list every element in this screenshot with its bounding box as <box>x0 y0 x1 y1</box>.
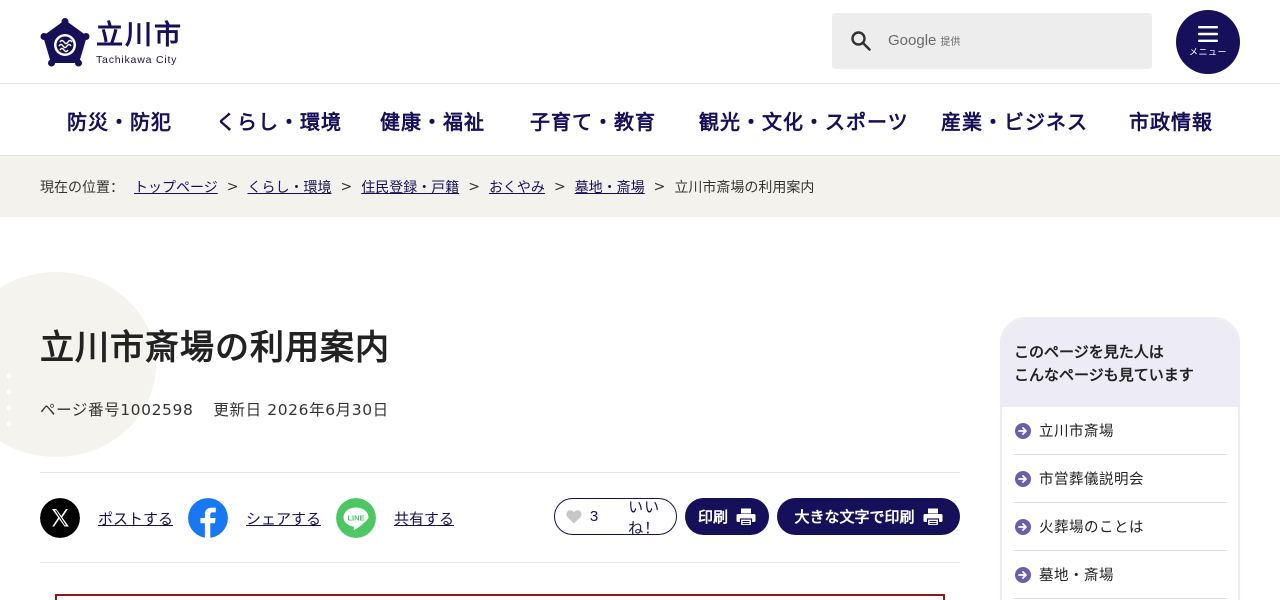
share-line-link[interactable]: 共有する <box>394 508 454 529</box>
breadcrumb-link-condolence[interactable]: おくやみ <box>489 177 545 197</box>
nav-item-disaster-prevention[interactable]: 防災・防犯 <box>67 106 172 135</box>
breadcrumb-link-top[interactable]: トップページ <box>134 177 218 197</box>
related-heading-line2: こんなページも見ています <box>1014 366 1194 384</box>
printer-icon <box>736 508 756 526</box>
menu-button[interactable]: メニュー <box>1176 10 1240 74</box>
list-item: 市営葬儀説明会 <box>1013 455 1227 503</box>
site-logo-link[interactable]: 立川市 Tachikawa City <box>40 18 183 68</box>
breadcrumb-link-living[interactable]: くらし・環境 <box>247 177 331 197</box>
related-link-crematorium[interactable]: 立川市斎場 <box>1039 420 1114 441</box>
print-button[interactable]: 印刷 <box>685 498 769 535</box>
divider <box>40 562 960 563</box>
list-item: 墓地・斎場 <box>1013 551 1227 599</box>
menu-label: メニュー <box>1188 47 1227 57</box>
breadcrumb-separator: > <box>226 178 239 195</box>
related-pages-list: 立川市斎場 市営葬儀説明会 火葬場のことは 墓地・斎場 <box>1002 407 1238 599</box>
city-emblem-icon <box>40 18 90 67</box>
hamburger-icon <box>1198 26 1218 42</box>
breadcrumb-separator: > <box>553 178 566 195</box>
print-large-text-button[interactable]: 大きな文字で印刷 <box>777 498 960 535</box>
share-facebook-link[interactable]: シェアする <box>246 508 321 529</box>
breadcrumb: 現在の位置： トップページ > くらし・環境 > 住民登録・戸籍 > おくやみ … <box>0 156 1280 217</box>
related-link-funeral-briefing[interactable]: 市営葬儀説明会 <box>1039 468 1144 489</box>
breadcrumb-separator: > <box>468 178 480 195</box>
like-label: いいね！ <box>628 498 661 537</box>
updated-date: 更新日 2026年6月30日 <box>213 401 389 419</box>
list-item: 立川市斎場 <box>1013 407 1227 455</box>
nav-item-health-welfare[interactable]: 健康・福祉 <box>380 106 485 135</box>
site-header: 立川市 Tachikawa City Google 提供 メニュー <box>0 0 1280 84</box>
nav-item-living-environment[interactable]: くらし・環境 <box>216 106 342 135</box>
post-x-link[interactable]: ポストする <box>98 508 173 529</box>
related-link-cemetery[interactable]: 墓地・斎場 <box>1039 564 1114 585</box>
global-nav: 防災・防犯 くらし・環境 健康・福祉 子育て・教育 観光・文化・スポーツ 産業・… <box>0 84 1280 156</box>
search-icon[interactable] <box>850 30 872 52</box>
facebook-logo-icon[interactable] <box>188 498 228 538</box>
print-large-label: 大きな文字で印刷 <box>794 509 915 526</box>
x-logo-icon[interactable] <box>40 498 80 538</box>
page-title: 立川市斎場の利用案内 <box>40 328 390 368</box>
arrow-right-circle-icon <box>1015 566 1031 583</box>
line-icon-text: LINE <box>347 514 364 523</box>
breadcrumb-link-registration[interactable]: 住民登録・戸籍 <box>361 177 459 197</box>
breadcrumb-link-cemetery[interactable]: 墓地・斎場 <box>575 177 645 197</box>
site-search: Google 提供 <box>832 13 1152 69</box>
nav-item-city-administration[interactable]: 市政情報 <box>1129 106 1213 135</box>
logo-text: 立川市 Tachikawa City <box>96 19 183 66</box>
like-button[interactable]: 3 いいね！ <box>554 498 677 537</box>
related-pages-card: このページを見た人は こんなページも見ています 立川市斎場 市営葬儀説明会 火葬… <box>1000 317 1240 600</box>
decorative-dots <box>6 373 12 427</box>
share-x: ポストする <box>40 498 173 538</box>
nav-item-tourism-culture-sports[interactable]: 観光・文化・スポーツ <box>699 106 909 135</box>
related-link-crematory-info[interactable]: 火葬場のことは <box>1039 516 1144 537</box>
arrow-right-circle-icon <box>1015 422 1031 439</box>
search-input[interactable] <box>888 26 1138 56</box>
share-facebook: シェアする <box>188 498 321 538</box>
share-line: LINE 共有する <box>336 498 454 538</box>
nav-item-industry-business[interactable]: 産業・ビジネス <box>941 106 1088 135</box>
breadcrumb-separator: > <box>653 178 666 195</box>
breadcrumb-current: 立川市斎場の利用案内 <box>674 179 815 196</box>
breadcrumb-prefix: 現在の位置： <box>40 179 124 196</box>
logo-roman-name: Tachikawa City <box>96 53 178 66</box>
logo-city-name: 立川市 <box>96 19 183 51</box>
related-heading-line1: このページを見た人は <box>1014 343 1164 361</box>
list-item: 火葬場のことは <box>1013 503 1227 551</box>
line-logo-icon[interactable]: LINE <box>336 498 376 538</box>
page-meta: ページ番号1002598 更新日 2026年6月30日 <box>40 398 389 420</box>
arrow-right-circle-icon <box>1015 518 1031 535</box>
arrow-right-circle-icon <box>1015 470 1031 487</box>
related-pages-heading: このページを見た人は こんなページも見ています <box>1002 319 1238 407</box>
divider <box>40 472 960 473</box>
nav-item-childcare-education[interactable]: 子育て・教育 <box>530 106 656 135</box>
page-number: ページ番号1002598 <box>40 401 194 419</box>
heart-icon <box>566 510 582 524</box>
breadcrumb-separator: > <box>340 178 353 195</box>
content-box <box>55 594 945 600</box>
print-label: 印刷 <box>697 509 728 526</box>
printer-icon <box>923 508 942 526</box>
like-count: 3 <box>589 508 599 525</box>
